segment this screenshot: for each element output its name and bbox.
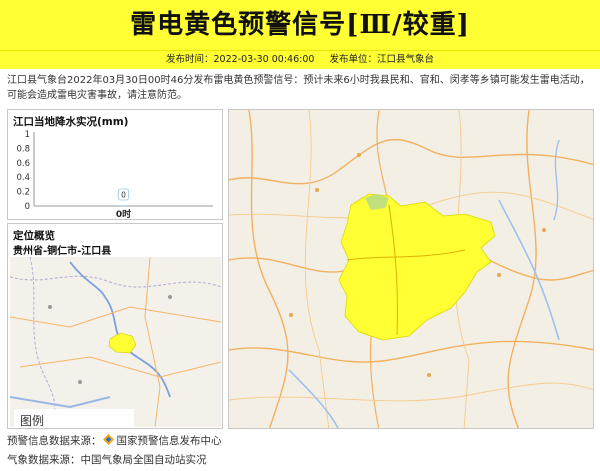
- warning-source-name[interactable]: 国家预警信息发布中心: [117, 435, 222, 447]
- warning-description: 江口县气象台2022年03月30日00时46分发布雷电黄色预警信号：预计未来6小…: [7, 75, 590, 101]
- location-title: 定位概览: [13, 230, 55, 242]
- y-tick-label: 0.4: [16, 173, 30, 183]
- location-panel: 定位概览 贵州省-铜仁市-江口县 图例 国界: [7, 223, 223, 429]
- warning-center-logo-icon: [102, 434, 114, 445]
- location-subtitle: 贵州省-铜仁市-江口县: [13, 246, 112, 257]
- y-tick-label: 0.6: [16, 159, 30, 169]
- legend-title: 图例: [20, 414, 45, 427]
- y-tick-label: 0.8: [16, 144, 30, 154]
- data-label: 0: [121, 191, 126, 200]
- rainfall-title: 江口当地降水实况(mm): [13, 116, 129, 128]
- main-map-graphic: [229, 110, 593, 428]
- overview-map[interactable]: 图例 国界 省界: [10, 257, 221, 427]
- y-tick-label: 0: [25, 202, 30, 212]
- rainfall-panel: 0 0.2 0.4 0.6 0.8 1 0 0时 江口当地降水实况(mm): [7, 109, 223, 220]
- weather-data-source: 气象数据来源：中国气象局全国自动站实况: [7, 454, 207, 466]
- warning-source: 预警信息数据来源： 国家预警信息发布中心: [7, 433, 222, 448]
- rain-bar: [118, 205, 129, 206]
- x-tick-label: 0时: [116, 208, 131, 220]
- y-tick-label: 1: [25, 130, 30, 140]
- warning-header: 雷电黄色预警信号[Ⅲ/较重]: [0, 0, 600, 50]
- warning-source-prefix: 预警信息数据来源：: [7, 435, 102, 447]
- overview-map-graphic: [10, 257, 221, 427]
- warning-title: 雷电黄色预警信号[Ⅲ/较重]: [130, 10, 470, 40]
- y-tick-label: 0.2: [16, 188, 30, 198]
- main-warning-map[interactable]: [228, 109, 594, 429]
- map-legend: 图例 国界 省界: [14, 409, 134, 427]
- meta-bar: 发布时间：2022-03-30 00:46:00 发布单位：江口县气象台: [0, 50, 600, 69]
- publish-unit: 发布单位：江口县气象台: [329, 54, 434, 65]
- publish-time: 发布时间：2022-03-30 00:46:00: [166, 54, 315, 65]
